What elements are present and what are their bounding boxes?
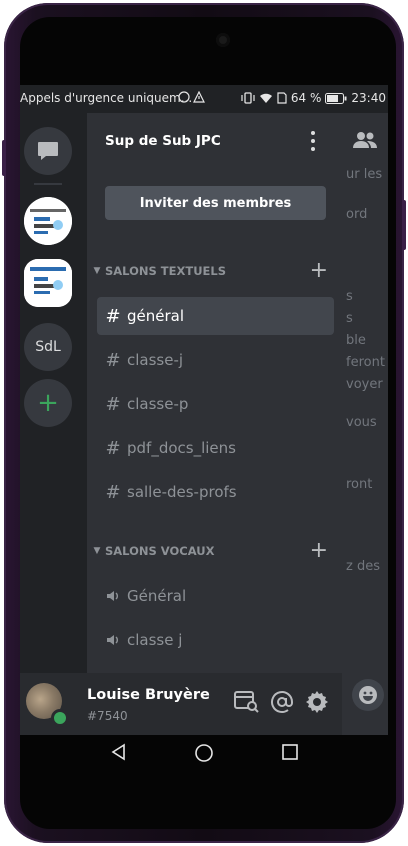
- chat-fragment: vous: [346, 415, 377, 430]
- voice-channel-general[interactable]: Général: [97, 577, 334, 615]
- battery-icon: [325, 92, 347, 104]
- whatsapp-icon: [178, 91, 190, 103]
- channel-pdf-docs-liens[interactable]: # pdf_docs_liens: [97, 429, 334, 467]
- status-notif-icons: [178, 91, 205, 103]
- back-icon[interactable]: [110, 743, 128, 761]
- hashtag-icon: #: [105, 305, 121, 327]
- campus-guild-icon: [24, 197, 72, 245]
- chat-fragment: z des: [346, 559, 380, 574]
- recent-apps-icon[interactable]: [282, 744, 298, 760]
- hashtag-icon: #: [105, 437, 121, 459]
- category-label: SALONS VOCAUX: [105, 544, 215, 558]
- server-name[interactable]: Sup de Sub JPC: [105, 133, 221, 149]
- chat-fragment: ord: [346, 207, 368, 222]
- channel-classe-j[interactable]: # classe-j: [97, 341, 334, 379]
- wifi-icon: [259, 93, 272, 103]
- search-messages-icon[interactable]: [234, 690, 260, 714]
- channel-label: pdf_docs_liens: [127, 439, 236, 457]
- chat-fragment: voyer: [346, 377, 383, 392]
- hashtag-icon: #: [105, 349, 121, 371]
- add-server-icon: +: [37, 388, 59, 418]
- chat-bubble-icon: [38, 142, 58, 160]
- user-panel: Louise Bruyère #7540: [20, 673, 342, 735]
- add-server-button[interactable]: +: [24, 379, 72, 427]
- status-right: 64 % 23:40: [241, 91, 386, 105]
- channel-sidebar: Sup de Sub JPC Inviter des membres ▼ SAL…: [87, 113, 342, 673]
- category-voice-channels[interactable]: ▼ SALONS VOCAUX +: [91, 538, 336, 563]
- voice-channel-classe-j[interactable]: classe j: [97, 621, 334, 659]
- add-text-channel-icon[interactable]: +: [310, 258, 328, 283]
- server-list: SdL +: [20, 113, 87, 735]
- vibrate-icon: [241, 92, 255, 104]
- battery-percent: 64 %: [290, 91, 322, 105]
- home-icon[interactable]: [194, 743, 214, 763]
- android-nav-bar: [20, 735, 388, 771]
- server-sdl-label: SdL: [35, 339, 61, 355]
- channel-label: général: [127, 307, 185, 325]
- channel-label: classe-p: [127, 395, 189, 413]
- channel-general[interactable]: # général: [97, 297, 334, 335]
- channel-label: salle-des-profs: [127, 483, 237, 501]
- emoji-icon: [359, 686, 377, 704]
- chat-fragment: s: [346, 289, 353, 304]
- user-tag: #7540: [87, 709, 128, 723]
- chevron-down-icon: ▼: [93, 546, 101, 556]
- volume-button: [2, 140, 6, 176]
- channel-salle-des-profs[interactable]: # salle-des-profs: [97, 473, 334, 511]
- status-time: 23:40: [351, 91, 386, 105]
- channel-label: classe-j: [127, 351, 184, 369]
- chat-background: ur les ord s s ble feront voyer vous ron…: [342, 113, 388, 735]
- server-campus-2[interactable]: [24, 259, 72, 307]
- settings-gear-icon[interactable]: [305, 690, 329, 714]
- status-bar: Appels d'urgence uniquem... 64 % 23:40: [20, 85, 388, 113]
- camera-notch: [216, 33, 230, 47]
- chat-fragment: ur les: [346, 167, 383, 182]
- chat-fragment: ront: [346, 477, 373, 492]
- server-sdl[interactable]: SdL: [24, 323, 72, 371]
- category-text-channels[interactable]: ▼ SALONS TEXTUELS +: [91, 258, 336, 283]
- mentions-icon[interactable]: [270, 690, 294, 714]
- server-menu-icon[interactable]: [309, 131, 317, 151]
- category-label: SALONS TEXTUELS: [105, 264, 227, 278]
- discord-app: Appels d'urgence uniquem... 64 % 23:40 u…: [20, 85, 388, 735]
- members-icon[interactable]: [352, 131, 378, 149]
- status-notification-text: Appels d'urgence uniquem...: [20, 91, 193, 105]
- hashtag-icon: #: [105, 393, 121, 415]
- chat-fragment: s: [346, 311, 353, 326]
- channel-label: Général: [127, 587, 187, 605]
- locked-hashtag-icon: #: [105, 481, 121, 503]
- online-status-indicator: [51, 709, 69, 727]
- campus-guild-icon-2: [24, 259, 72, 307]
- emoji-button[interactable]: [352, 679, 384, 711]
- power-button: [402, 200, 406, 250]
- user-name: Louise Bruyère: [87, 687, 210, 703]
- channel-classe-p[interactable]: # classe-p: [97, 385, 334, 423]
- sim-icon: [277, 92, 287, 104]
- warning-icon: [193, 91, 205, 103]
- add-voice-channel-icon[interactable]: +: [310, 538, 328, 563]
- channel-label: classe j: [127, 631, 183, 649]
- invite-members-button[interactable]: Inviter des membres: [105, 186, 326, 220]
- speaker-icon: [105, 589, 121, 603]
- chat-fragment: feront: [346, 355, 385, 370]
- server-campus-1[interactable]: [24, 197, 72, 245]
- chat-fragment: ble: [346, 333, 366, 348]
- chevron-down-icon: ▼: [93, 266, 101, 276]
- server-separator: [34, 183, 62, 185]
- direct-messages-button[interactable]: [24, 127, 72, 175]
- speaker-icon: [105, 633, 121, 647]
